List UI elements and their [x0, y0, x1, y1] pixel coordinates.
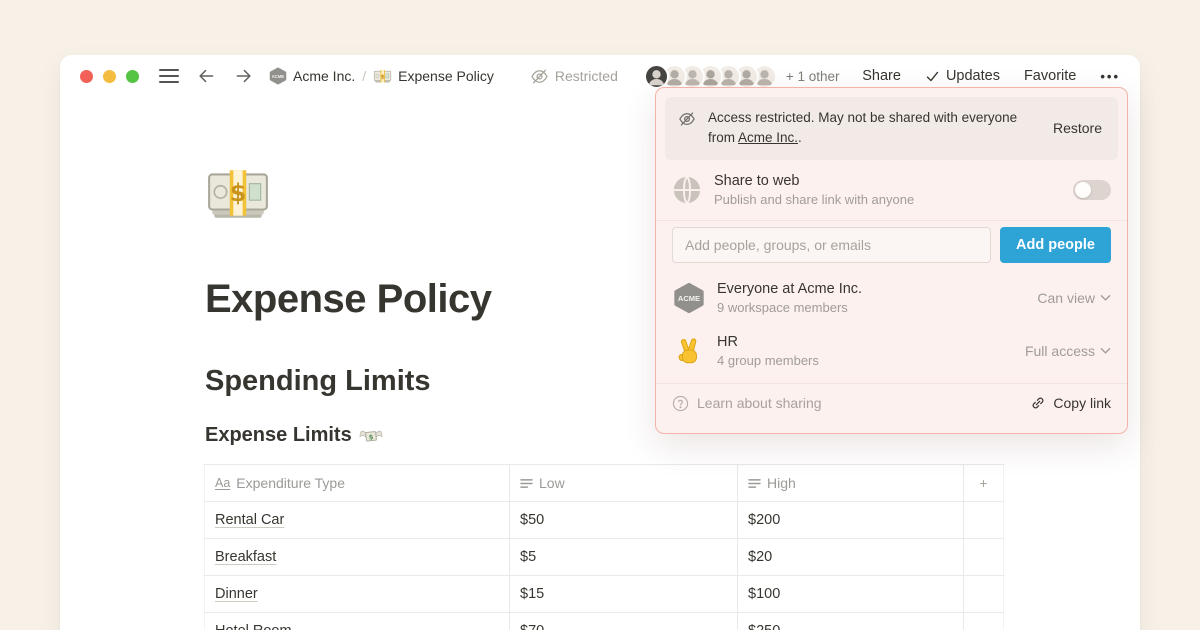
cell-empty — [964, 613, 1004, 630]
permission-select[interactable]: Full access — [1025, 343, 1111, 359]
dialog-footer: Learn about sharing Copy link — [656, 383, 1127, 423]
text-property-icon — [748, 478, 761, 489]
close-window-button[interactable] — [80, 70, 93, 83]
cell-high[interactable]: $250 — [738, 613, 964, 630]
page-icon-banknote-emoji[interactable]: $ — [205, 161, 271, 227]
copy-link-button[interactable]: Copy link — [1030, 395, 1111, 411]
zoom-window-button[interactable] — [126, 70, 139, 83]
cell-low[interactable]: $5 — [510, 539, 738, 575]
member-row-hr[interactable]: HR 4 group members Full access — [665, 328, 1118, 381]
share-to-web-title: Share to web — [714, 173, 914, 189]
text-property-icon — [520, 478, 533, 489]
victory-hand-emoji-icon — [672, 334, 705, 367]
svg-text:ACME: ACME — [272, 74, 285, 79]
column-header-expenditure-type[interactable]: Aa Expenditure Type — [204, 465, 510, 501]
back-arrow-icon[interactable] — [195, 65, 217, 87]
check-icon — [925, 69, 940, 84]
eye-off-icon — [530, 67, 549, 86]
section-heading: Spending Limits — [205, 365, 431, 398]
restore-button[interactable]: Restore — [1053, 120, 1102, 136]
cell-high[interactable]: $100 — [738, 576, 964, 612]
svg-text:$: $ — [230, 179, 247, 207]
restricted-label: Restricted — [555, 68, 618, 84]
member-subtitle: 4 group members — [717, 353, 819, 368]
eye-off-icon — [678, 110, 696, 128]
chevron-down-icon — [1100, 347, 1111, 355]
cell-expenditure-type[interactable]: Hotel Room — [204, 613, 510, 630]
globe-icon — [672, 175, 702, 205]
table-row: Dinner $15 $100 — [204, 576, 1004, 613]
svg-text:$: $ — [381, 72, 386, 80]
permission-select[interactable]: Can view — [1037, 290, 1111, 306]
column-header-low[interactable]: Low — [510, 465, 738, 501]
member-row-everyone[interactable]: ACME Everyone at Acme Inc. 9 workspace m… — [665, 273, 1118, 328]
forward-arrow-icon[interactable] — [233, 65, 255, 87]
subsection-heading: Expense Limits $ — [205, 424, 383, 447]
topbar-actions: Share Updates Favorite ••• — [862, 68, 1120, 84]
cell-high[interactable]: $20 — [738, 539, 964, 575]
acme-logo-icon: ACME — [672, 281, 705, 314]
page-title: Expense Policy — [205, 277, 491, 322]
minimize-window-button[interactable] — [103, 70, 116, 83]
member-title: Everyone at Acme Inc. — [717, 281, 862, 297]
share-to-web-toggle[interactable] — [1073, 180, 1111, 200]
cell-low[interactable]: $15 — [510, 576, 738, 612]
cell-high[interactable]: $200 — [738, 502, 964, 538]
sidebar-menu-icon[interactable] — [159, 69, 179, 83]
banknote-emoji-icon: $ — [373, 67, 392, 86]
table-header-row: Aa Expenditure Type Low High + — [204, 464, 1004, 502]
workspace-link[interactable]: Acme Inc. — [738, 130, 798, 145]
updates-button[interactable]: Updates — [925, 68, 1000, 84]
more-menu-button[interactable]: ••• — [1100, 69, 1120, 84]
avatar — [644, 64, 669, 89]
invite-row: Add people — [665, 221, 1118, 273]
money-with-wings-emoji-icon: $ — [359, 426, 383, 446]
acme-logo-icon: ACME — [269, 67, 287, 85]
breadcrumb-separator: / — [362, 68, 366, 84]
member-subtitle: 9 workspace members — [717, 300, 862, 315]
breadcrumb-workspace[interactable]: ACME Acme Inc. — [269, 67, 355, 85]
column-header-high[interactable]: High — [738, 465, 964, 501]
access-restricted-banner: Access restricted. May not be shared wit… — [665, 97, 1118, 160]
restricted-chip[interactable]: Restricted — [530, 67, 618, 86]
title-property-icon: Aa — [215, 476, 230, 490]
question-circle-icon — [672, 395, 689, 412]
add-column-button[interactable]: + — [964, 465, 1004, 501]
cell-expenditure-type[interactable]: Dinner — [204, 576, 510, 612]
breadcrumb-page[interactable]: $ Expense Policy — [373, 67, 494, 86]
table-row: Hotel Room $70 $250 — [204, 613, 1004, 630]
cell-low[interactable]: $50 — [510, 502, 738, 538]
svg-text:ACME: ACME — [677, 294, 699, 303]
marketing-canvas: { "topbar": { "workspace": "Acme Inc.", … — [0, 0, 1200, 630]
table-row: Breakfast $5 $20 — [204, 539, 1004, 576]
share-button[interactable]: Share — [862, 68, 901, 84]
share-dialog: Access restricted. May not be shared wit… — [655, 87, 1128, 434]
cell-low[interactable]: $70 — [510, 613, 738, 630]
cell-empty — [964, 502, 1004, 538]
banner-message: Access restricted. May not be shared wit… — [708, 108, 1018, 149]
breadcrumb-workspace-label: Acme Inc. — [293, 68, 355, 84]
breadcrumb: ACME Acme Inc. / $ Expense Policy — [269, 67, 494, 86]
expense-limits-table: Aa Expenditure Type Low High + Rental Ca… — [204, 464, 1004, 630]
cell-expenditure-type[interactable]: Rental Car — [204, 502, 510, 538]
breadcrumb-page-label: Expense Policy — [398, 68, 494, 84]
cell-empty — [964, 576, 1004, 612]
share-to-web-subtitle: Publish and share link with anyone — [714, 192, 914, 207]
add-people-button[interactable]: Add people — [1000, 227, 1111, 263]
link-icon — [1030, 395, 1046, 411]
table-row: Rental Car $50 $200 — [204, 502, 1004, 539]
cell-expenditure-type[interactable]: Breakfast — [204, 539, 510, 575]
share-to-web-row: Share to web Publish and share link with… — [665, 160, 1118, 220]
member-title: HR — [717, 334, 819, 350]
viewer-facepile[interactable] — [644, 64, 777, 89]
cell-empty — [964, 539, 1004, 575]
learn-about-sharing-link[interactable]: Learn about sharing — [672, 395, 822, 412]
chevron-down-icon — [1100, 294, 1111, 302]
favorite-button[interactable]: Favorite — [1024, 68, 1076, 84]
add-people-input[interactable] — [672, 227, 991, 263]
window-controls — [80, 70, 139, 83]
avatars-overflow-label[interactable]: + 1 other — [786, 69, 840, 84]
